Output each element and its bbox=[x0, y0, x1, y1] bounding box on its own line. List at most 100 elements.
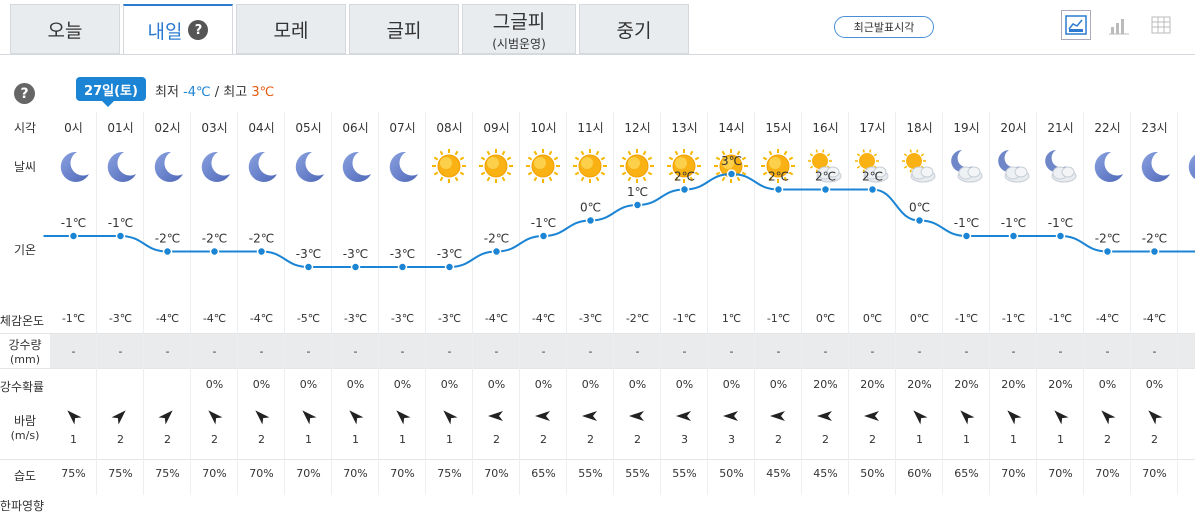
sun-cloud-icon bbox=[805, 146, 852, 186]
wind-speed-value: 2 bbox=[258, 433, 265, 446]
row-divider bbox=[0, 333, 1195, 334]
wind-speed-value: 1 bbox=[352, 433, 359, 446]
sun-icon bbox=[429, 146, 476, 186]
tab-0[interactable]: 오늘 bbox=[10, 4, 120, 54]
wind-arrow-icon bbox=[191, 407, 238, 425]
tab-5[interactable]: 중기 bbox=[579, 4, 689, 54]
precip-value: - bbox=[1058, 345, 1063, 358]
feels-like-value: -1℃ bbox=[61, 312, 86, 325]
feels-like-value: 0℃ bbox=[909, 312, 930, 325]
precip-prob-value: 0% bbox=[205, 378, 224, 391]
humidity-value: 75% bbox=[155, 467, 180, 480]
wind-speed-value: 2 bbox=[587, 433, 594, 446]
sun-icon bbox=[570, 146, 617, 186]
humidity-value: 70% bbox=[390, 467, 415, 480]
precip-prob-value: 20% bbox=[860, 378, 885, 391]
wind-arrow-icon bbox=[614, 407, 661, 425]
hour-label: 07시 bbox=[389, 121, 416, 135]
tab-2[interactable]: 모레 bbox=[236, 4, 346, 54]
humidity-value: 7 bbox=[1178, 467, 1195, 480]
temperature-point bbox=[820, 184, 831, 195]
precip-prob-value: 0% bbox=[299, 378, 318, 391]
bar-view-button[interactable] bbox=[1104, 10, 1134, 40]
humidity-value: 70% bbox=[202, 467, 227, 480]
precip-prob-value: 0% bbox=[534, 378, 553, 391]
tab-4[interactable]: 그글피 (시범운영) bbox=[462, 4, 576, 54]
wind-arrow-icon bbox=[1084, 407, 1131, 425]
wind-label: 바람 bbox=[13, 414, 37, 428]
hour-label: 19시 bbox=[953, 121, 980, 135]
wind-speed-value: 3 bbox=[728, 433, 735, 446]
precip-value: - bbox=[917, 345, 922, 358]
humidity-value: 55% bbox=[625, 467, 650, 480]
humidity-value: 55% bbox=[672, 467, 697, 480]
temperature-label: -3℃ bbox=[437, 247, 462, 261]
wind-arrow-icon bbox=[849, 407, 896, 425]
wind-arrow-icon bbox=[1131, 407, 1178, 425]
precip-value: - bbox=[259, 345, 264, 358]
min-label: 최저 bbox=[155, 85, 179, 100]
precip-value: - bbox=[588, 345, 593, 358]
tab-label: 오늘 bbox=[47, 19, 83, 42]
hour-label: 03시 bbox=[201, 121, 228, 135]
wind-arrow-icon bbox=[567, 407, 614, 425]
wind-arrow-icon bbox=[473, 407, 520, 425]
wind-arrow-icon bbox=[1037, 407, 1084, 425]
precip-prob-value: 0% bbox=[440, 378, 459, 391]
tab-3[interactable]: 글피 bbox=[349, 4, 459, 54]
feels-like-value: -1℃ bbox=[766, 312, 791, 325]
hour-label: 15시 bbox=[765, 121, 792, 135]
precip-value: - bbox=[870, 345, 875, 358]
wind-arrow-icon bbox=[755, 407, 802, 425]
graph-view-button[interactable] bbox=[1061, 10, 1091, 40]
wind-arrow-icon bbox=[1178, 407, 1195, 425]
temperature-point bbox=[162, 246, 173, 257]
help-icon[interactable]: ? bbox=[14, 83, 35, 104]
temperature-point bbox=[961, 231, 972, 241]
feels-like-value: -4℃ bbox=[249, 312, 274, 325]
temperature-label: -1℃ bbox=[1048, 216, 1073, 230]
moon-icon bbox=[382, 146, 429, 186]
temperature-point bbox=[1008, 231, 1019, 241]
hour-label: 04시 bbox=[248, 121, 275, 135]
hour-label: 12시 bbox=[624, 121, 651, 135]
temperature-point bbox=[1055, 231, 1066, 241]
precip-prob-value: 0% bbox=[581, 378, 600, 391]
temperature-point bbox=[585, 215, 596, 226]
wind-speed-value: 1 bbox=[1057, 433, 1064, 446]
feels-like-value: -1℃ bbox=[672, 312, 697, 325]
help-icon[interactable]: ? bbox=[188, 20, 209, 40]
precip-value: - bbox=[165, 345, 170, 358]
sun-cloud-icon bbox=[899, 146, 946, 186]
recent-release-button[interactable]: 최근발표시각 bbox=[834, 16, 934, 38]
sun-icon bbox=[711, 146, 758, 186]
hour-label: 11시 bbox=[577, 121, 604, 135]
hour-label: 14시 bbox=[718, 121, 745, 135]
temperature-point bbox=[773, 184, 784, 195]
precip-value: - bbox=[1152, 345, 1157, 358]
feels-like-value: -5℃ bbox=[296, 312, 321, 325]
precip-prob-value: 0% bbox=[252, 378, 271, 391]
humidity-value: 55% bbox=[578, 467, 603, 480]
humidity-value: 75% bbox=[108, 467, 133, 480]
table-view-button[interactable] bbox=[1146, 10, 1176, 40]
tab-1[interactable]: 내일? bbox=[123, 4, 233, 55]
row-label-temp: 기온 bbox=[13, 243, 37, 257]
feels-like-value: -1℃ bbox=[954, 312, 979, 325]
wind-speed-value: 2 bbox=[869, 433, 876, 446]
row-divider bbox=[0, 459, 1195, 460]
humidity-value: 50% bbox=[719, 467, 744, 480]
temperature-point bbox=[491, 246, 502, 257]
temperature-label: 0℃ bbox=[909, 201, 930, 215]
precip-prob-value: 0% bbox=[1145, 378, 1164, 391]
precip-value: - bbox=[776, 345, 781, 358]
sun-icon bbox=[476, 146, 523, 186]
feels-like-value: -3℃ bbox=[108, 312, 133, 325]
moon-cloud-icon bbox=[993, 146, 1040, 186]
feels-like-value: -4℃ bbox=[155, 312, 180, 325]
precip-value: - bbox=[729, 345, 734, 358]
tab-label: 내일 bbox=[147, 20, 183, 43]
temperature-label: -1℃ bbox=[954, 216, 979, 230]
wind-speed-value: 2 bbox=[775, 433, 782, 446]
temperature-label: -2℃ bbox=[484, 232, 509, 246]
